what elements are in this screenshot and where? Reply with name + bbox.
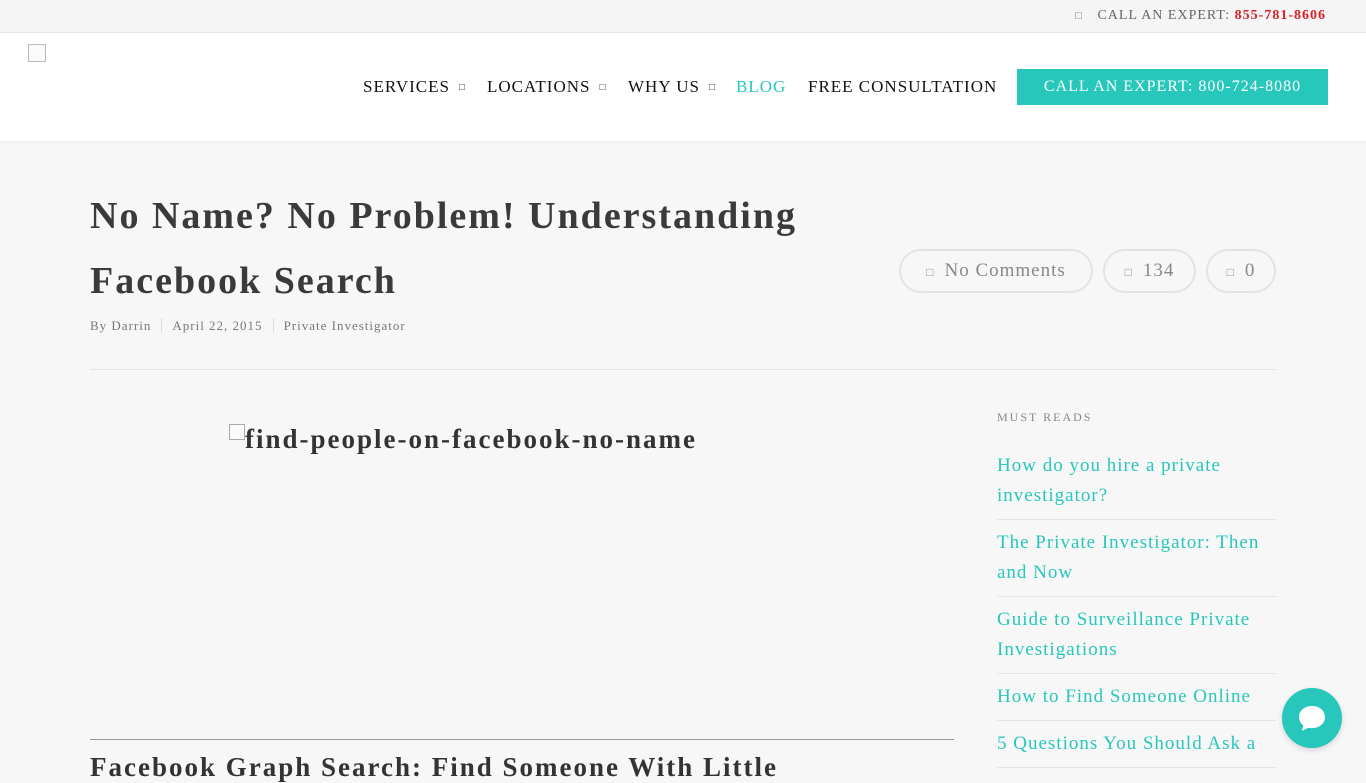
sidebar-heading: MUST READS	[997, 410, 1093, 424]
post-meta: By Darrin April 22, 2015 Private Investiga…	[90, 318, 406, 334]
call-expert-button[interactable]: CALL AN EXPERT: 800-724-8080	[1017, 69, 1328, 105]
call-expert-phone[interactable]: 855-781-8606	[1235, 8, 1326, 23]
site-header: SERVICES □ LOCATIONS □ WHY US □ BLOG FREE C…	[0, 33, 1366, 141]
post-author[interactable]: By Darrin	[90, 318, 151, 334]
nav-item-blog[interactable]: BLOG	[736, 77, 786, 97]
sidebar-link[interactable]: How to Find Someone Online	[997, 682, 1276, 721]
sidebar-link[interactable]: How do you hire a private investigator?	[997, 451, 1276, 520]
call-expert-label: CALL AN EXPERT:	[1097, 8, 1235, 23]
phone-icon: □	[1075, 10, 1083, 22]
sidebar-link[interactable]: The Private Investigator: Then and Now	[997, 528, 1276, 597]
chevron-down-icon: □	[458, 82, 466, 93]
post-date: April 22, 2015	[172, 318, 263, 333]
chat-bubble-icon	[1299, 706, 1325, 731]
sidebar-link[interactable]: Guide to Surveillance Private Investigat…	[997, 605, 1276, 674]
page-title: No Name? No Problem! Understanding Faceb…	[90, 195, 797, 302]
views-button[interactable]: □ 134	[1103, 249, 1196, 293]
comments-button[interactable]: □ No Comments	[899, 249, 1093, 293]
meta-divider	[161, 318, 163, 332]
content-divider	[90, 739, 954, 740]
sidebar-link[interactable]: 5 Questions You Should Ask a	[997, 729, 1276, 768]
post-category[interactable]: Private Investigator	[284, 318, 406, 334]
nav-item-locations[interactable]: LOCATIONS □	[487, 77, 607, 97]
sidebar: MUST READS How do you hire a private inv…	[997, 410, 1276, 776]
site-logo[interactable]	[28, 44, 46, 62]
top-bar: □ CALL AN EXPERT: 855-781-8606	[0, 0, 1366, 33]
eye-icon: □	[1124, 265, 1133, 279]
likes-count: 0	[1244, 260, 1256, 281]
nav-item-label: LOCATIONS	[487, 77, 591, 96]
chevron-down-icon: □	[708, 82, 716, 93]
nav-item-label: SERVICES	[363, 77, 450, 96]
chat-button[interactable]	[1282, 688, 1342, 748]
comments-label: No Comments	[944, 260, 1066, 281]
meta-divider	[272, 318, 274, 332]
post-featured-image: find-people-on-facebook-no-name	[229, 424, 954, 724]
image-alt-text: find-people-on-facebook-no-name	[245, 424, 697, 454]
nav-item-label: WHY US	[628, 77, 700, 96]
views-count: 134	[1142, 260, 1175, 281]
nav-item-why-us[interactable]: WHY US □	[628, 77, 716, 97]
broken-image-icon	[229, 424, 245, 440]
comment-icon: □	[926, 265, 935, 279]
must-reads-list: How do you hire a private investigator? …	[997, 451, 1276, 768]
likes-button[interactable]: □ 0	[1206, 249, 1276, 293]
call-expert-top[interactable]: □ CALL AN EXPERT: 855-781-8606	[1075, 8, 1326, 24]
nav-item-free-consultation[interactable]: FREE CONSULTATION	[808, 77, 997, 97]
chevron-down-icon: □	[599, 82, 607, 93]
nav-item-services[interactable]: SERVICES □	[363, 77, 466, 97]
title-divider	[90, 369, 1276, 370]
heart-icon: □	[1226, 265, 1235, 279]
